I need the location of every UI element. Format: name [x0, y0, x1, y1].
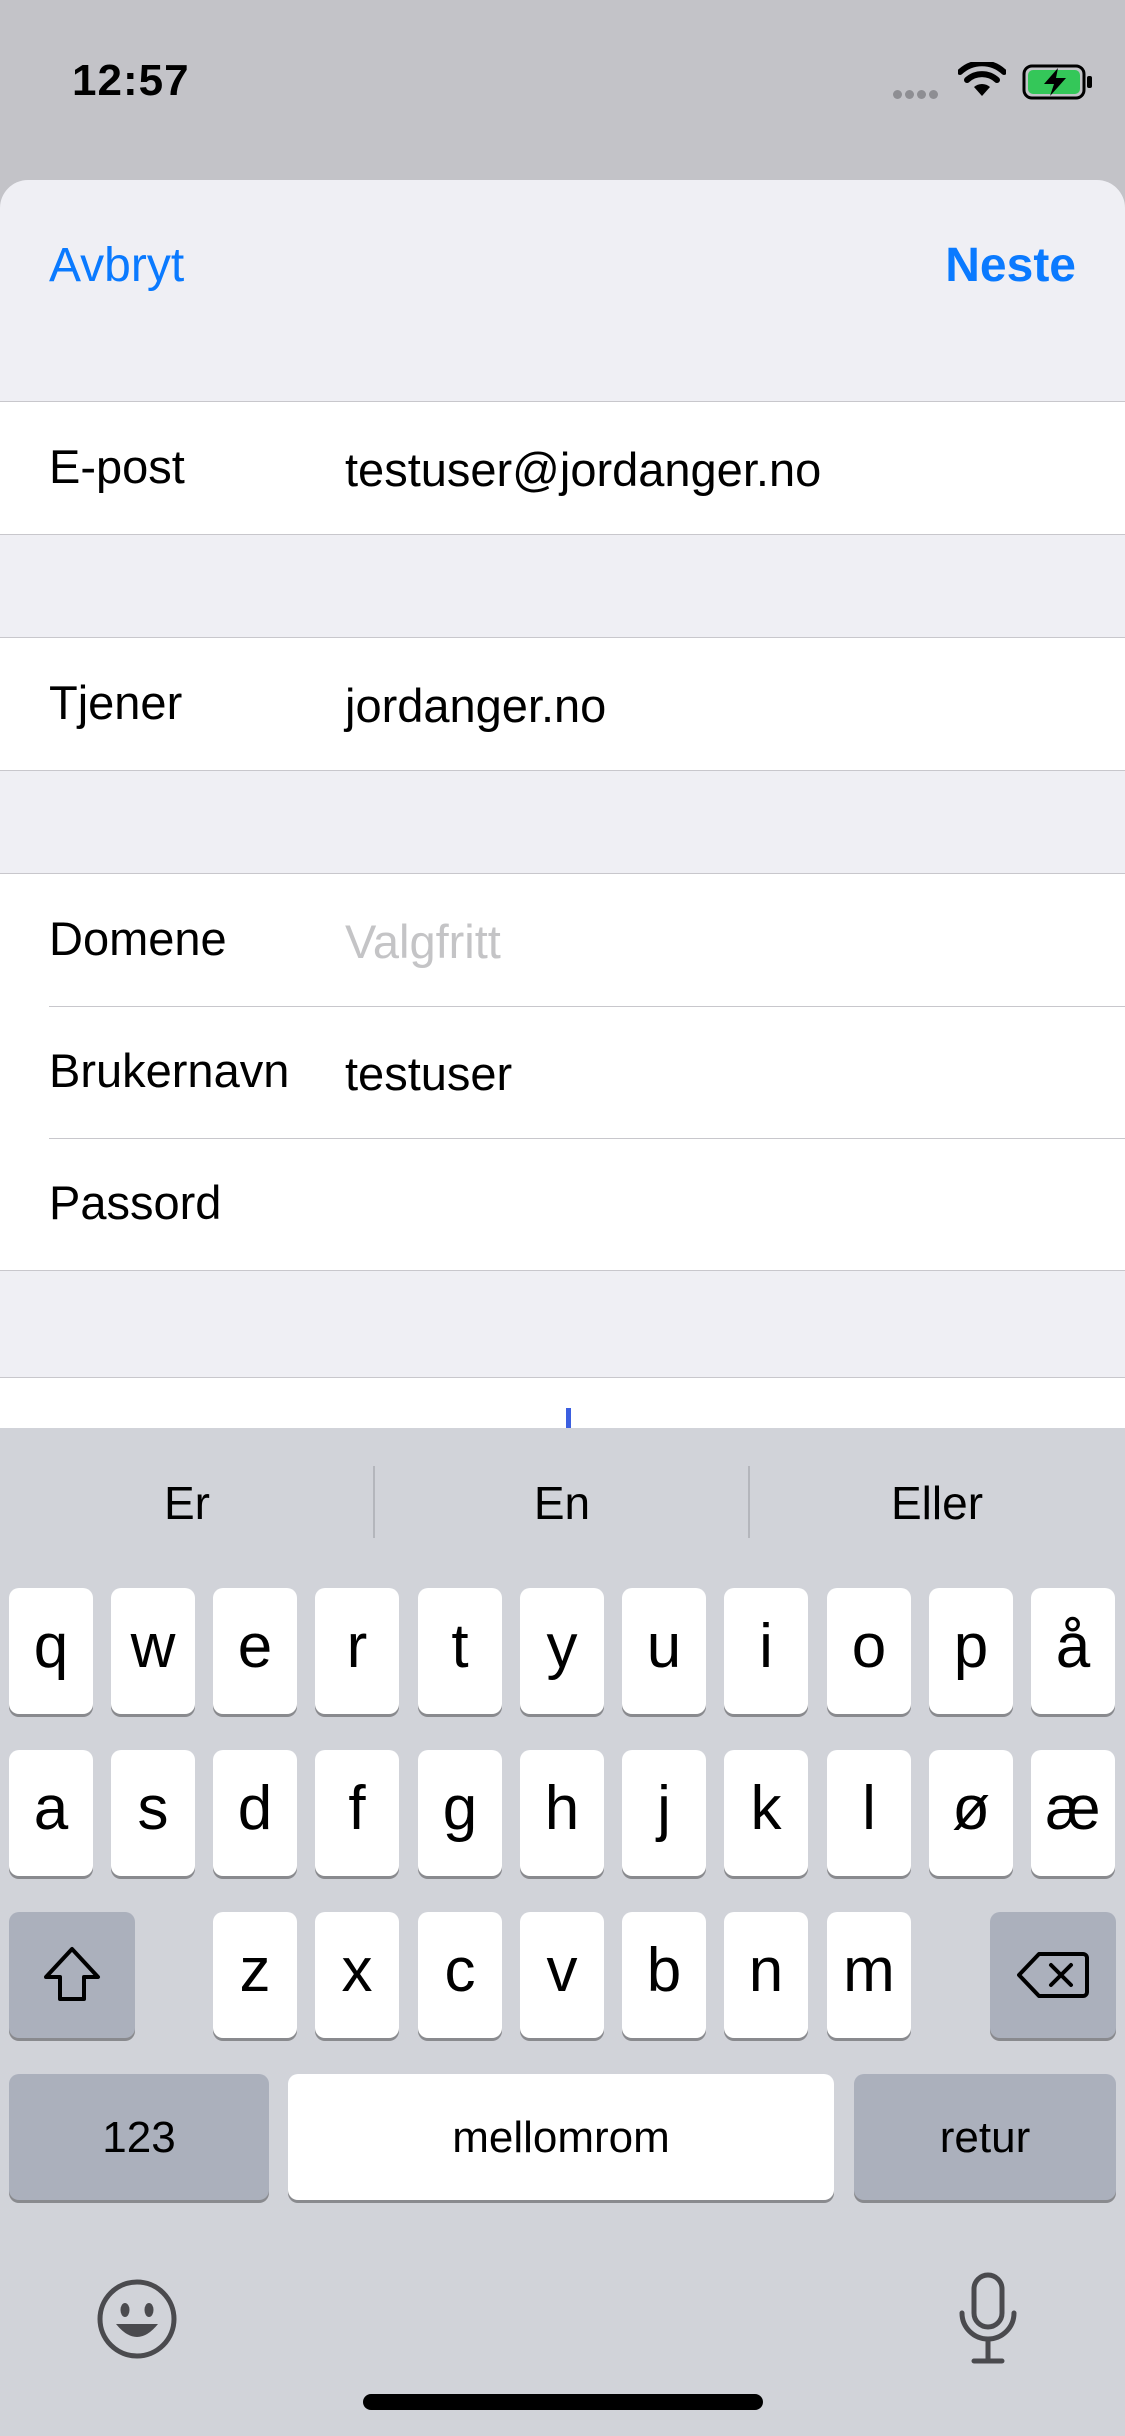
- key-ae[interactable]: æ: [1031, 1750, 1115, 1876]
- suggestion-3[interactable]: Eller: [750, 1428, 1124, 1552]
- key-t[interactable]: t: [418, 1588, 502, 1714]
- server-group: Tjener jordanger.no: [0, 637, 1125, 771]
- key-m[interactable]: m: [827, 1912, 911, 2038]
- description-group: [0, 1377, 1125, 1430]
- description-row[interactable]: [0, 1378, 1125, 1430]
- key-l[interactable]: l: [827, 1750, 911, 1876]
- domain-field[interactable]: Valgfritt: [345, 914, 501, 969]
- space-key[interactable]: mellomrom: [288, 2074, 834, 2200]
- username-row[interactable]: Brukernavn testuser: [0, 1006, 1125, 1138]
- email-label: E-post: [49, 440, 185, 493]
- key-w[interactable]: w: [111, 1588, 195, 1714]
- key-g[interactable]: g: [418, 1750, 502, 1876]
- text-cursor: [566, 1408, 571, 1430]
- backspace-icon: [1017, 1952, 1089, 1998]
- username-label: Brukernavn: [49, 1044, 290, 1097]
- server-row[interactable]: Tjener jordanger.no: [0, 638, 1125, 770]
- cancel-button[interactable]: Avbryt: [49, 238, 184, 293]
- key-y[interactable]: y: [520, 1588, 604, 1714]
- wifi-icon: [958, 62, 1006, 96]
- key-p[interactable]: p: [929, 1588, 1013, 1714]
- status-bar: 12:57: [0, 0, 1125, 170]
- home-indicator[interactable]: [363, 2394, 763, 2410]
- key-d[interactable]: d: [213, 1750, 297, 1876]
- domain-label: Domene: [49, 912, 227, 965]
- numbers-key[interactable]: 123: [9, 2074, 269, 2200]
- email-row[interactable]: E-post testuser@jordanger.no: [0, 402, 1125, 534]
- key-o[interactable]: o: [827, 1588, 911, 1714]
- signal-icon: [893, 86, 941, 104]
- battery-charging-icon: [1022, 64, 1092, 100]
- shift-key[interactable]: [9, 1912, 135, 2038]
- return-key[interactable]: retur: [854, 2074, 1116, 2200]
- key-n[interactable]: n: [724, 1912, 808, 2038]
- key-x[interactable]: x: [315, 1912, 399, 2038]
- key-u[interactable]: u: [622, 1588, 706, 1714]
- username-field[interactable]: testuser: [345, 1046, 512, 1101]
- credentials-group: Domene Valgfritt Brukernavn testuser Pas…: [0, 873, 1125, 1271]
- key-v[interactable]: v: [520, 1912, 604, 2038]
- domain-row[interactable]: Domene Valgfritt: [0, 874, 1125, 1006]
- emoji-icon[interactable]: [96, 2278, 178, 2360]
- shift-icon: [44, 1947, 100, 2001]
- suggestion-1[interactable]: Er: [0, 1428, 374, 1552]
- next-button[interactable]: Neste: [945, 238, 1076, 293]
- key-q[interactable]: q: [9, 1588, 93, 1714]
- keyboard: Er En Eller q w e r t y u i o p å a s d …: [0, 1428, 1125, 2436]
- status-time: 12:57: [72, 56, 190, 105]
- key-b[interactable]: b: [622, 1912, 706, 2038]
- key-j[interactable]: j: [622, 1750, 706, 1876]
- password-label: Passord: [49, 1176, 222, 1229]
- key-f[interactable]: f: [315, 1750, 399, 1876]
- key-z[interactable]: z: [213, 1912, 297, 2038]
- key-aa[interactable]: å: [1031, 1588, 1115, 1714]
- key-oe[interactable]: ø: [929, 1750, 1013, 1876]
- email-group: E-post testuser@jordanger.no: [0, 401, 1125, 535]
- account-setup-sheet: Avbryt Neste E-post testuser@jordanger.n…: [0, 180, 1125, 1430]
- key-r[interactable]: r: [315, 1588, 399, 1714]
- key-k[interactable]: k: [724, 1750, 808, 1876]
- server-field[interactable]: jordanger.no: [345, 678, 606, 733]
- key-a[interactable]: a: [9, 1750, 93, 1876]
- email-field[interactable]: testuser@jordanger.no: [345, 442, 821, 497]
- key-e[interactable]: e: [213, 1588, 297, 1714]
- suggestion-bar: Er En Eller: [0, 1428, 1125, 1552]
- key-c[interactable]: c: [418, 1912, 502, 2038]
- password-row[interactable]: Passord: [0, 1138, 1125, 1270]
- key-s[interactable]: s: [111, 1750, 195, 1876]
- suggestion-2[interactable]: En: [375, 1428, 749, 1552]
- backspace-key[interactable]: [990, 1912, 1116, 2038]
- microphone-icon[interactable]: [956, 2271, 1020, 2367]
- key-h[interactable]: h: [520, 1750, 604, 1876]
- key-i[interactable]: i: [724, 1588, 808, 1714]
- server-label: Tjener: [49, 676, 183, 729]
